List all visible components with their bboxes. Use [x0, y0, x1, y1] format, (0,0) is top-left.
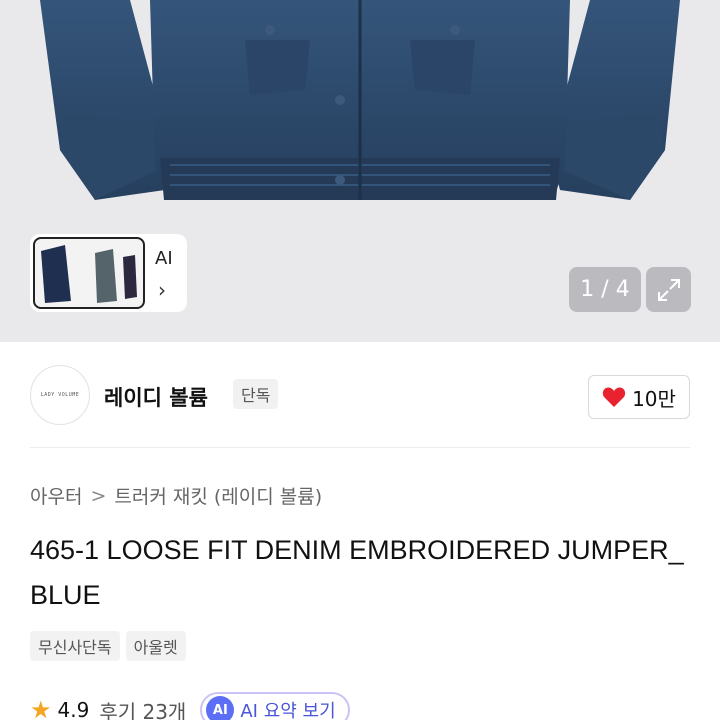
breadcrumb: 아우터 > 트러커 재킷 (레이디 볼륨): [30, 482, 322, 509]
like-count: 10만: [632, 386, 676, 411]
brand-name[interactable]: 레이디 볼륨: [104, 382, 208, 412]
ai-thumbnail-images: [33, 237, 145, 309]
product-image-gallery[interactable]: AI › 1 / 4: [0, 0, 720, 342]
ai-icon: AI: [206, 696, 235, 720]
ai-label: AI: [155, 248, 173, 269]
heart-icon: [602, 387, 626, 407]
rating-row: ★ 4.9 후기 23개 AI AI 요약 보기: [30, 692, 350, 720]
star-icon: ★: [30, 696, 52, 720]
exclusive-badge: 단독: [233, 379, 279, 409]
expand-image-button[interactable]: [646, 267, 691, 312]
review-count-link[interactable]: 후기 23개: [99, 696, 186, 720]
like-button[interactable]: 10만: [588, 375, 690, 419]
brand-row: LADY VOLUME 레이디 볼륨 단독 10만: [0, 342, 720, 448]
tag-outlet[interactable]: 아울렛: [125, 631, 186, 661]
breadcrumb-separator: >: [90, 484, 107, 507]
product-tags: 무신사단독 아울렛: [30, 631, 186, 661]
product-title: 465-1 LOOSE FIT DENIM EMBROIDERED JUMPER…: [30, 535, 684, 610]
breadcrumb-subcategory[interactable]: 트러커 재킷 (레이디 볼륨): [114, 482, 322, 509]
chevron-right-icon: ›: [158, 278, 166, 302]
expand-icon: [657, 278, 680, 301]
breadcrumb-category[interactable]: 아우터: [30, 482, 82, 509]
divider: [30, 447, 690, 448]
rating-score: 4.9: [57, 698, 90, 720]
ai-summary-button[interactable]: AI AI 요약 보기: [200, 692, 350, 720]
tag-musinsa-exclusive[interactable]: 무신사단독: [30, 631, 120, 661]
ai-recommendation-card[interactable]: AI ›: [30, 234, 187, 312]
image-page-counter: 1 / 4: [569, 267, 641, 312]
brand-logo[interactable]: LADY VOLUME: [30, 365, 90, 425]
ai-summary-label: AI 요약 보기: [240, 701, 336, 720]
brand-logo-text: LADY VOLUME: [40, 392, 80, 398]
